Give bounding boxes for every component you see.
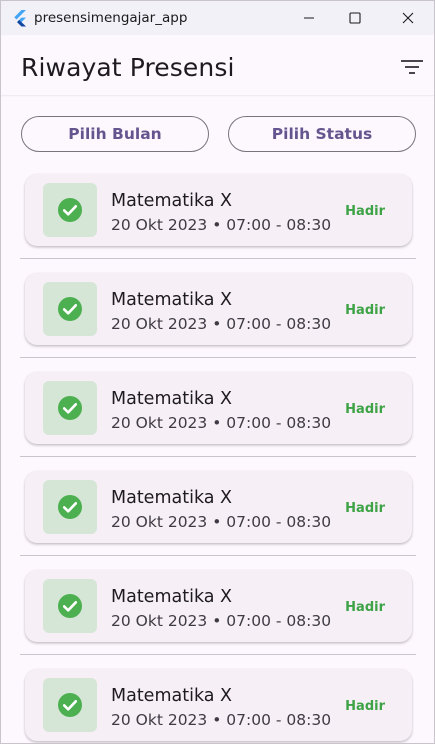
status-badge: Hadir [345, 303, 385, 318]
filter-button[interactable] [397, 54, 427, 80]
attendance-card[interactable]: Matematika X 20 Okt 2023 • 07:00 - 08:30… [25, 570, 412, 642]
select-status-button[interactable]: Pilih Status [228, 116, 416, 152]
attendance-card[interactable]: Matematika X 20 Okt 2023 • 07:00 - 08:30… [25, 174, 412, 246]
schedule-text: 20 Okt 2023 • 07:00 - 08:30 [111, 414, 332, 432]
schedule-text: 20 Okt 2023 • 07:00 - 08:30 [111, 711, 332, 729]
check-circle-icon [58, 693, 82, 717]
check-circle-icon [58, 594, 82, 618]
close-icon [402, 12, 414, 24]
subject-name: Matematika X [111, 686, 233, 706]
app-window: presensimengajar_app Riwayat Presensi Pi… [0, 0, 435, 744]
list-item[interactable]: Matematika X 20 Okt 2023 • 07:00 - 08:30… [1, 470, 434, 569]
minimize-button[interactable] [286, 1, 332, 35]
status-badge: Hadir [345, 699, 385, 714]
status-badge: Hadir [345, 204, 385, 219]
status-thumbnail [43, 480, 97, 534]
status-thumbnail [43, 678, 97, 732]
window-title: presensimengajar_app [34, 10, 188, 26]
attendance-list[interactable]: Matematika X 20 Okt 2023 • 07:00 - 08:30… [1, 173, 434, 743]
flutter-logo-icon [11, 9, 29, 27]
check-circle-icon [58, 297, 82, 321]
status-thumbnail [43, 183, 97, 237]
status-thumbnail [43, 579, 97, 633]
minimize-icon [304, 17, 314, 19]
list-item[interactable]: Matematika X 20 Okt 2023 • 07:00 - 08:30… [1, 371, 434, 470]
check-circle-icon [58, 396, 82, 420]
subject-name: Matematika X [111, 587, 233, 607]
maximize-button[interactable] [332, 1, 378, 35]
status-badge: Hadir [345, 402, 385, 417]
list-divider [20, 555, 416, 556]
subject-name: Matematika X [111, 389, 233, 409]
list-item[interactable]: Matematika X 20 Okt 2023 • 07:00 - 08:30… [1, 668, 434, 743]
filter-list-icon [401, 60, 423, 74]
schedule-text: 20 Okt 2023 • 07:00 - 08:30 [111, 612, 332, 630]
list-item[interactable]: Matematika X 20 Okt 2023 • 07:00 - 08:30… [1, 569, 434, 668]
schedule-text: 20 Okt 2023 • 07:00 - 08:30 [111, 216, 332, 234]
attendance-card[interactable]: Matematika X 20 Okt 2023 • 07:00 - 08:30… [25, 273, 412, 345]
maximize-icon [349, 12, 361, 24]
schedule-text: 20 Okt 2023 • 07:00 - 08:30 [111, 513, 332, 531]
status-thumbnail [43, 282, 97, 336]
subject-name: Matematika X [111, 290, 233, 310]
status-thumbnail [43, 381, 97, 435]
page-title: Riwayat Presensi [21, 53, 235, 82]
attendance-card[interactable]: Matematika X 20 Okt 2023 • 07:00 - 08:30… [25, 471, 412, 543]
list-divider [20, 357, 416, 358]
list-divider [20, 654, 416, 655]
list-item[interactable]: Matematika X 20 Okt 2023 • 07:00 - 08:30… [1, 272, 434, 371]
select-month-button[interactable]: Pilih Bulan [21, 116, 209, 152]
window-titlebar[interactable]: presensimengajar_app [1, 1, 434, 35]
attendance-card[interactable]: Matematika X 20 Okt 2023 • 07:00 - 08:30… [25, 669, 412, 741]
status-badge: Hadir [345, 501, 385, 516]
subject-name: Matematika X [111, 488, 233, 508]
list-divider [20, 456, 416, 457]
subject-name: Matematika X [111, 191, 233, 211]
schedule-text: 20 Okt 2023 • 07:00 - 08:30 [111, 315, 332, 333]
check-circle-icon [58, 495, 82, 519]
attendance-card[interactable]: Matematika X 20 Okt 2023 • 07:00 - 08:30… [25, 372, 412, 444]
check-circle-icon [58, 198, 82, 222]
list-item[interactable]: Matematika X 20 Okt 2023 • 07:00 - 08:30… [1, 173, 434, 272]
list-divider [20, 258, 416, 259]
appbar-divider [1, 95, 434, 97]
close-button[interactable] [385, 1, 431, 35]
status-badge: Hadir [345, 600, 385, 615]
